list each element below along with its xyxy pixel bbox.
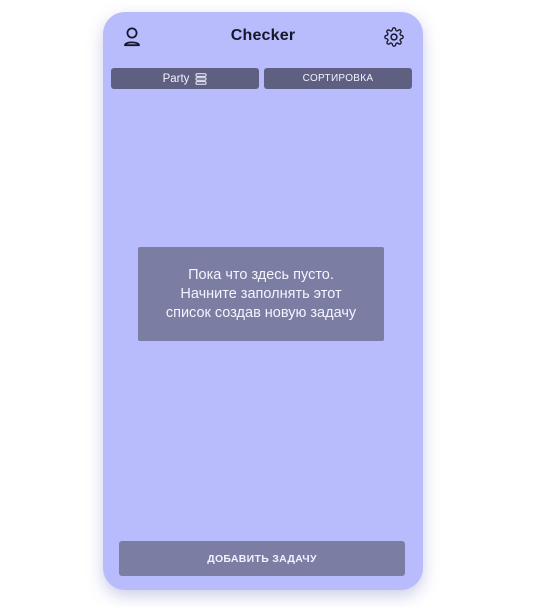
app-title: Checker — [230, 27, 296, 44]
add-task-button-label: ДОБАВИТЬ ЗАДАЧУ — [207, 552, 317, 565]
app-screen: Checker Party СОРТИРОВКА Пока что здесь … — [103, 12, 423, 590]
empty-state-text: Пока что здесь пусто. Начните заполнять … — [166, 266, 356, 323]
sort-button-label: СОРТИРОВКА — [302, 73, 374, 84]
add-task-button[interactable]: ДОБАВИТЬ ЗАДАЧУ — [119, 541, 405, 576]
list-icon — [195, 72, 207, 85]
empty-state-message: Пока что здесь пусто. Начните заполнять … — [138, 247, 384, 341]
empty-state-line-2: Начните заполнять этот — [180, 285, 342, 302]
stage: Checker Party СОРТИРОВКА Пока что здесь … — [0, 0, 541, 607]
empty-state-line-3: список создав новую задачу — [165, 304, 357, 321]
empty-state-line-1: Пока что здесь пусто. — [188, 266, 334, 283]
filter-bar: Party СОРТИРОВКА — [111, 68, 413, 89]
tab-party[interactable]: Party — [111, 68, 259, 89]
settings-button[interactable] — [383, 26, 405, 48]
header-bar: Checker — [103, 12, 423, 62]
sort-button[interactable]: СОРТИРОВКА — [264, 68, 412, 89]
tab-party-label: Party — [162, 72, 190, 85]
gear-icon — [384, 27, 404, 47]
